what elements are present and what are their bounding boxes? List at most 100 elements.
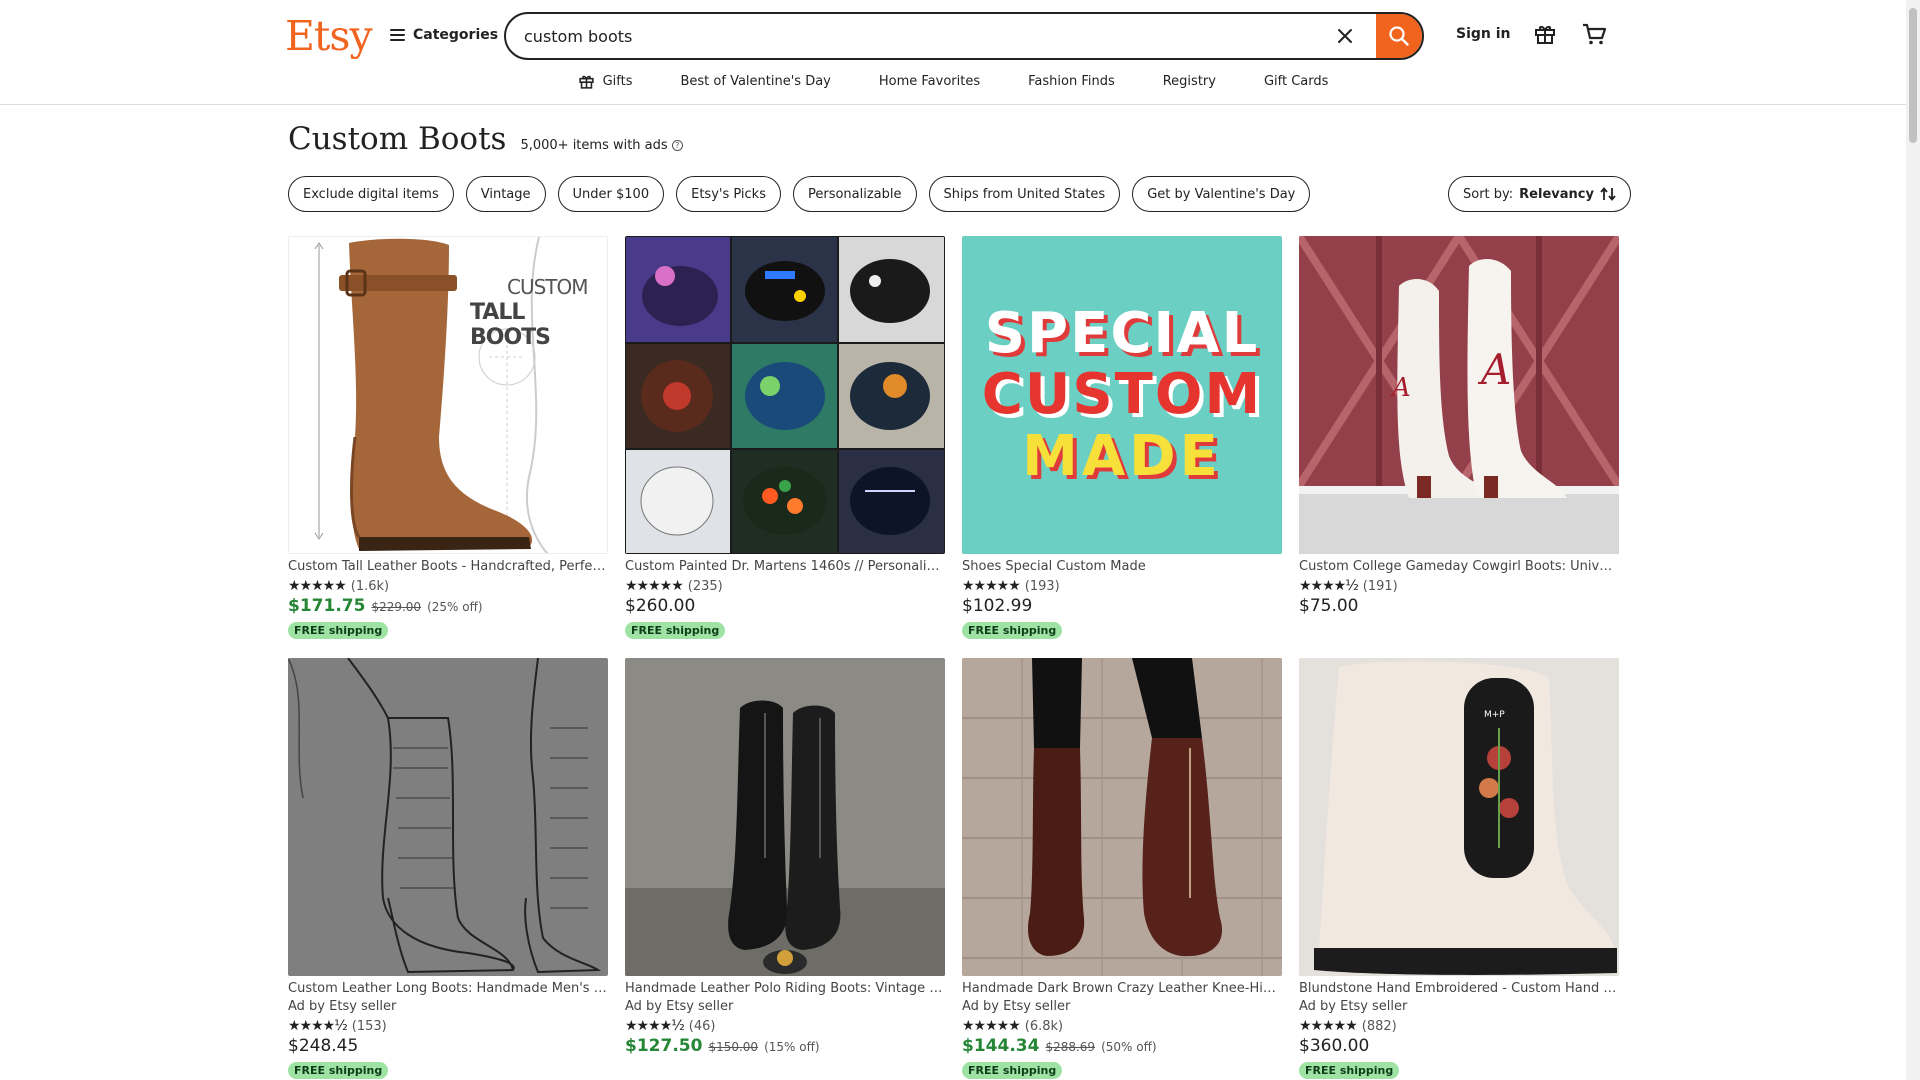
price-row: $248.45 — [288, 1036, 608, 1058]
listing-image[interactable]: M+P — [1299, 658, 1619, 976]
categories-label: Categories — [413, 27, 499, 43]
page-scrollbar[interactable] — [1906, 0, 1920, 1080]
subnav-home-favorites[interactable]: Home Favorites — [855, 70, 1004, 92]
painted-boots-collage — [626, 237, 944, 553]
original-price: $150.00 — [708, 1040, 759, 1054]
listing-card[interactable]: Custom Leather Long Boots: Handmade Men'… — [288, 658, 608, 1079]
rating: ★★★★★ (235) — [625, 576, 945, 596]
search-bar — [504, 12, 1424, 60]
filter-pills: Exclude digital items Vintage Under $100… — [288, 176, 1311, 212]
sort-value: Relevancy — [1519, 186, 1594, 202]
subnav-gifts[interactable]: Gifts — [554, 70, 657, 92]
discount: (25% off) — [427, 600, 483, 614]
price-row: $144.34 $288.69 (50% off) — [962, 1036, 1282, 1058]
subnav-valentines[interactable]: Best of Valentine's Day — [656, 70, 854, 92]
price: $102.99 — [962, 596, 1033, 616]
filter-valentines-delivery[interactable]: Get by Valentine's Day — [1132, 176, 1311, 212]
review-count: (191) — [1362, 578, 1398, 594]
listing-title[interactable]: Shoes Special Custom Made — [962, 558, 1282, 576]
listing-title[interactable]: Blundstone Hand Embroidered - Custom Han… — [1299, 980, 1619, 998]
image-text-special: SPECIAL — [984, 300, 1260, 366]
subnav-fashion-finds[interactable]: Fashion Finds — [1004, 70, 1139, 92]
cart-icon — [1583, 23, 1607, 45]
hamburger-icon — [390, 29, 405, 41]
price: $127.50 — [625, 1036, 703, 1056]
rating: ★★★★½ (46) — [625, 1016, 945, 1036]
filter-under-100[interactable]: Under $100 — [557, 176, 665, 212]
price: $171.75 — [288, 596, 366, 616]
listing-card[interactable]: M+P Blundstone Hand Embroidered - Custom… — [1299, 658, 1619, 1079]
star-rating-icon: ★★★★★ — [962, 578, 1021, 594]
listing-card[interactable]: A A Custom College Gameday Cowgirl Boots… — [1299, 236, 1619, 618]
original-price: $288.69 — [1045, 1040, 1096, 1054]
listing-image[interactable] — [625, 658, 945, 976]
original-price: $229.00 — [371, 600, 422, 614]
filter-exclude-digital[interactable]: Exclude digital items — [288, 176, 454, 212]
review-count: (1.6k) — [350, 578, 390, 594]
image-text-made: MADE — [1022, 423, 1222, 489]
filter-vintage[interactable]: Vintage — [465, 176, 546, 212]
black-riding-boots — [625, 658, 945, 976]
listing-title[interactable]: Handmade Dark Brown Crazy Leather Knee-H… — [962, 980, 1282, 998]
sort-dropdown[interactable]: Sort by: Relevancy — [1448, 176, 1631, 212]
review-count: (153) — [351, 1018, 387, 1034]
listing-image[interactable] — [962, 658, 1282, 976]
clear-search-button[interactable] — [1332, 23, 1358, 49]
search-icon — [1389, 26, 1409, 46]
etsy-logo[interactable]: Etsy — [285, 12, 373, 60]
star-rating-icon: ★★★★★ — [288, 578, 347, 594]
search-button[interactable] — [1376, 14, 1422, 58]
categories-button[interactable]: Categories — [390, 24, 498, 46]
listing-card[interactable]: CUSTOM TALL BOOTS Custom Tall Leather Bo… — [288, 236, 608, 639]
filter-ships-from-us[interactable]: Ships from United States — [928, 176, 1121, 212]
scrollbar-thumb[interactable] — [1909, 8, 1917, 143]
listing-image[interactable]: CUSTOM TALL BOOTS — [288, 236, 608, 554]
svg-text:A: A — [1477, 345, 1511, 394]
rating: ★★★★★ (1.6k) — [288, 576, 608, 596]
price-row: $75.00 — [1299, 596, 1619, 618]
boot-sketch — [288, 658, 602, 974]
subnav-gift-cards[interactable]: Gift Cards — [1240, 70, 1352, 92]
listing-card[interactable]: Handmade Leather Polo Riding Boots: Vint… — [625, 658, 945, 1058]
star-rating-icon: ★★★★½ — [288, 1018, 348, 1034]
listing-image[interactable] — [288, 658, 608, 976]
ad-label: Ad by Etsy seller — [962, 999, 1071, 1014]
discount: (15% off) — [764, 1040, 820, 1054]
listing-image[interactable]: A A — [1299, 236, 1619, 554]
listing-image[interactable] — [625, 236, 945, 554]
listing-title[interactable]: Custom College Gameday Cowgirl Boots: Un… — [1299, 558, 1619, 576]
listing-card[interactable]: Handmade Dark Brown Crazy Leather Knee-H… — [962, 658, 1282, 1079]
star-rating-icon: ★★★★½ — [625, 1018, 685, 1034]
price: $248.45 — [288, 1036, 359, 1056]
subnav-registry[interactable]: Registry — [1139, 70, 1240, 92]
listing-card[interactable]: SPECIAL CUSTOM MADE Shoes Special Custom… — [962, 236, 1282, 639]
review-count: (882) — [1361, 1018, 1397, 1034]
listing-image[interactable]: SPECIAL CUSTOM MADE — [962, 236, 1282, 554]
listing-title[interactable]: Custom Tall Leather Boots - Handcrafted,… — [288, 558, 608, 576]
listing-title[interactable]: Custom Painted Dr. Martens 1460s // Pers… — [625, 558, 945, 576]
sign-in-link[interactable]: Sign in — [1456, 26, 1511, 42]
image-text-custom: CUSTOM — [981, 362, 1263, 428]
price-row: $360.00 — [1299, 1036, 1619, 1058]
sub-navigation: Gifts Best of Valentine's Day Home Favor… — [0, 70, 1906, 92]
filter-etsys-picks[interactable]: Etsy's Picks — [676, 176, 781, 212]
filter-personalizable[interactable]: Personalizable — [792, 176, 917, 212]
free-shipping-badge: FREE shipping — [1299, 1062, 1400, 1079]
gift-mode-button[interactable] — [1533, 22, 1557, 46]
svg-text:A: A — [1390, 373, 1411, 403]
cart-button[interactable] — [1581, 22, 1607, 46]
search-input[interactable] — [524, 16, 1304, 56]
rating: ★★★★★ (6.8k) — [962, 1016, 1282, 1036]
ad-label: Ad by Etsy seller — [288, 999, 397, 1014]
rating: ★★★★½ (191) — [1299, 576, 1619, 596]
info-icon[interactable]: ? — [671, 140, 683, 151]
free-shipping-badge: FREE shipping — [288, 622, 389, 639]
embroidered-chelsea-boot — [1299, 658, 1619, 976]
ad-label: Ad by Etsy seller — [625, 999, 734, 1014]
listing-card[interactable]: Custom Painted Dr. Martens 1460s // Pers… — [625, 236, 945, 639]
listing-title[interactable]: Handmade Leather Polo Riding Boots: Vint… — [625, 980, 945, 998]
gift-icon — [1535, 26, 1555, 44]
price: $75.00 — [1299, 596, 1359, 616]
listing-title[interactable]: Custom Leather Long Boots: Handmade Men'… — [288, 980, 608, 998]
result-count: 5,000+ items with ads ? — [520, 138, 683, 153]
